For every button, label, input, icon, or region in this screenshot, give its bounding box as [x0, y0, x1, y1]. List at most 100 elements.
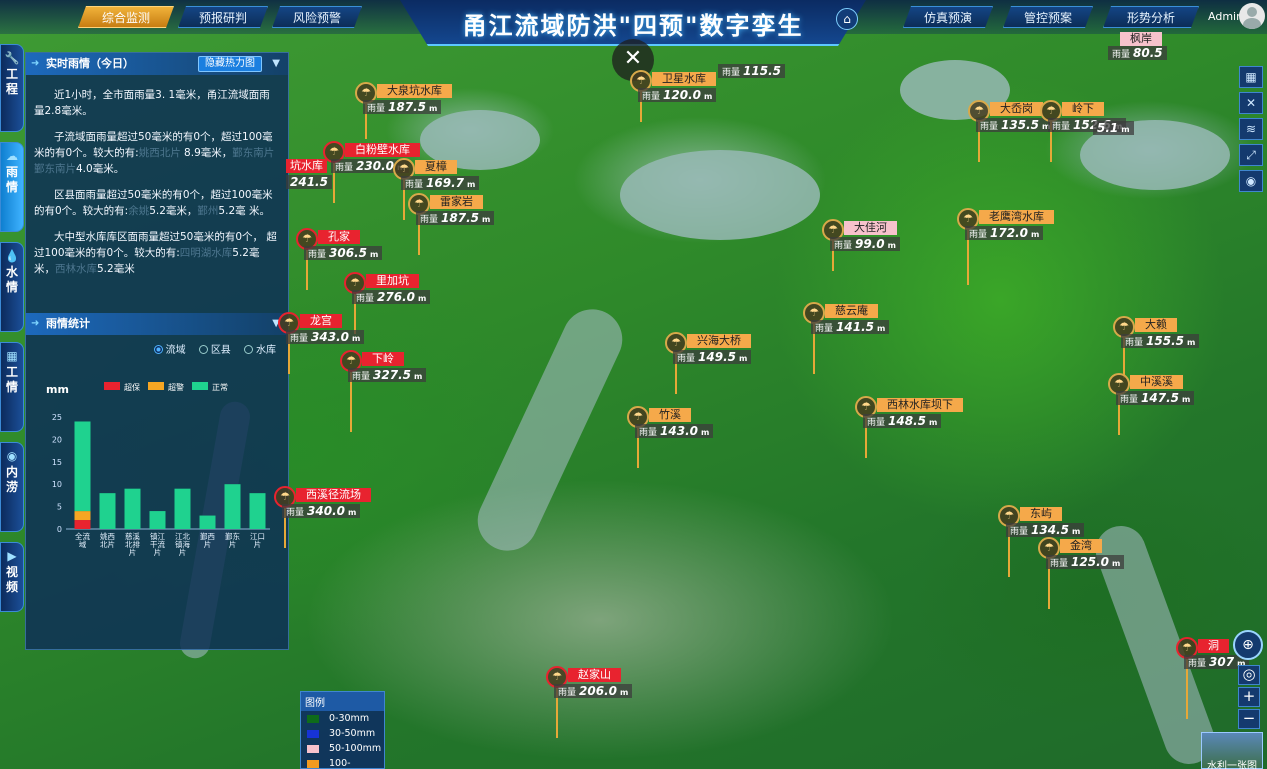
side-menu-video[interactable]: ▶ 视频 — [0, 542, 24, 612]
summary-paragraph: 近1小时，全市面雨量3. 1毫米，甬江流域面雨 量2.8毫米。 — [34, 89, 270, 117]
home-icon[interactable]: ⌂ — [836, 8, 858, 30]
side-menu-works[interactable]: ▦ 工情 — [0, 342, 24, 432]
grid-icon[interactable]: ▦ — [1239, 66, 1263, 88]
wrench-icon: 🔧 — [4, 51, 20, 65]
district-paragraph: 区县面雨量超过50毫米的有0个，超过100毫米 的有0个。较大的有:余姚5.2毫… — [34, 189, 273, 217]
reservoir-paragraph: 大中型水库库区面雨量超过50毫米的有0个， 超过100毫米的有0个。较大的有:四… — [34, 231, 277, 275]
rain-panel: ➜ 实时雨情（今日） 隐藏热力图 ▼ 近1小时，全市面雨量3. 1毫米，甬江流域… — [25, 52, 289, 650]
nav-risk-warning[interactable]: 风险预警 — [272, 6, 362, 28]
nav-situation-analysis[interactable]: 形势分析 — [1103, 6, 1199, 28]
station-value: 雨量 148.5 m — [863, 414, 942, 428]
zoom-in-button[interactable]: + — [1238, 687, 1260, 707]
tools-icon[interactable]: ✕ — [1239, 92, 1263, 114]
legend-swatch — [148, 382, 164, 390]
station-value: 雨量 149.5 m — [673, 350, 752, 364]
station-value: 雨量 147.5 m — [1116, 391, 1195, 405]
station-name: 金湾 — [1060, 539, 1102, 553]
x-tick-label: 鄞西片 — [200, 531, 215, 549]
top-header: 甬江流域防洪"四预"数字孪生 综合监测 预报研判 风险预警 ⌂ 仿真预演 管控预… — [0, 0, 1267, 46]
station-name: 岭下 — [1062, 102, 1104, 116]
y-axis-label: mm — [46, 383, 69, 396]
legend-item: 100-200mm — [301, 756, 384, 769]
zoom-out-button[interactable]: − — [1238, 709, 1260, 729]
radio-basin[interactable]: 流域 — [153, 341, 186, 356]
station-value: 雨量 206.0 m — [554, 684, 633, 698]
bar — [249, 493, 266, 529]
legend-item: 30-50mm — [301, 726, 384, 741]
bar — [174, 488, 191, 529]
station-name: 兴海大桥 — [687, 334, 751, 348]
station-name: 大赖 — [1135, 318, 1177, 332]
nav-control-plan[interactable]: 管控预案 — [1003, 6, 1093, 28]
x-tick-label: 姚西北片 — [100, 531, 115, 549]
station-value: 雨量 135.5 m — [976, 118, 1055, 132]
station-name: 下岭 — [362, 352, 404, 366]
station-name: 白粉壁水库 — [345, 143, 420, 157]
basemap-thumbnail[interactable]: 水利一张图 — [1201, 732, 1263, 769]
hide-heatmap-button[interactable]: 隐藏热力图 — [198, 56, 262, 72]
station-name: 洞 — [1198, 639, 1229, 653]
station-name: 赵家山 — [568, 668, 621, 682]
station-value: 雨量 187.5 m — [416, 211, 495, 225]
bar — [149, 511, 166, 529]
compass-icon[interactable]: ⊕ — [1233, 630, 1263, 660]
legend-label: 超保 — [124, 382, 140, 392]
station-value: 雨量 276.0 m — [352, 290, 431, 304]
eye-icon[interactable]: ◉ — [1239, 170, 1263, 192]
station-name: 卫星水库 — [652, 72, 716, 86]
realtime-rain-header[interactable]: ➜ 实时雨情（今日） 隐藏热力图 ▼ — [26, 53, 288, 75]
legend-label: 超警 — [168, 382, 184, 392]
chevron-down-icon[interactable]: ▼ — [272, 53, 280, 75]
bar — [124, 488, 141, 529]
side-menu-water[interactable]: 💧 水情 — [0, 242, 24, 332]
nav-forecast[interactable]: 预报研判 — [178, 6, 268, 28]
station-value: 雨量 343.0 m — [286, 330, 365, 344]
bar — [99, 493, 116, 529]
bar — [74, 421, 91, 512]
side-menu-waterlogging[interactable]: ◉ 内涝 — [0, 442, 24, 532]
station-name: 大泉坑水库 — [377, 84, 452, 98]
x-tick-label: 镇江干流片 — [150, 531, 165, 557]
nav-simulation[interactable]: 仿真预演 — [903, 6, 993, 28]
water-drop-icon: 💧 — [4, 249, 20, 263]
flood-icon: ◉ — [6, 449, 18, 463]
side-menu-rain[interactable]: ☁ 雨情 — [0, 142, 24, 232]
station-name: 竹溪 — [649, 408, 691, 422]
rain-stats-header[interactable]: ➜ 雨情统计 ▼ — [26, 313, 288, 335]
layers-icon[interactable]: ≋ — [1239, 118, 1263, 140]
side-menu-engineering[interactable]: 🔧 工程 — [0, 44, 24, 132]
y-tick-label: 10 — [52, 480, 62, 489]
legend-title: 图例 — [301, 692, 384, 711]
station-value: 雨量 340.0 m — [282, 504, 361, 518]
building-icon: ▦ — [6, 349, 18, 363]
radio-district[interactable]: 区县 — [198, 341, 231, 356]
legend-item: 50-100mm — [301, 741, 384, 756]
fullscreen-icon[interactable]: ⤢ — [1239, 144, 1263, 166]
stats-radio-group: 流域 区县 水库 — [144, 341, 276, 356]
page-title: 甬江流域防洪"四预"数字孪生 — [462, 12, 804, 40]
station-name: 老鹰湾水库 — [979, 210, 1054, 224]
x-tick-label: 鄞东片 — [225, 531, 240, 549]
arrow-right-icon: ➜ — [31, 58, 40, 69]
nav-comprehensive-monitoring[interactable]: 综合监测 — [78, 6, 174, 28]
radio-reservoir[interactable]: 水库 — [244, 341, 276, 356]
map-legend: 图例 0-30mm 30-50mm 50-100mm 100-200mm — [300, 691, 385, 769]
station-value: 雨量 143.0 m — [635, 424, 714, 438]
avatar[interactable] — [1239, 3, 1265, 29]
bar — [74, 520, 91, 529]
station-name: 西溪径流场 — [296, 488, 371, 502]
rain-stats-chart: mm 超保 超警 正常 0 5 10 15 20 25 全流域姚西北片慈溪北排片镇江干流片江北镇海片… — [46, 382, 270, 557]
station-name: 大佳河 — [844, 221, 897, 235]
station-value: 雨量 306.5 m — [304, 246, 383, 260]
station-name: 中溪溪 — [1130, 375, 1183, 389]
arrow-right-icon: ➜ — [31, 318, 40, 329]
station-name: 龙宫 — [300, 314, 342, 328]
station-value: 雨量 172.0 m — [965, 226, 1044, 240]
locate-icon[interactable]: ◎ — [1238, 665, 1260, 685]
x-tick-label: 江北镇海片 — [175, 532, 190, 557]
station-value: 雨量 99.0 m — [830, 237, 900, 251]
video-icon: ▶ — [7, 549, 17, 563]
station-name: 雷家岩 — [430, 195, 483, 209]
y-tick-label: 25 — [52, 413, 62, 422]
station-name: 大岙岗 — [990, 102, 1043, 116]
